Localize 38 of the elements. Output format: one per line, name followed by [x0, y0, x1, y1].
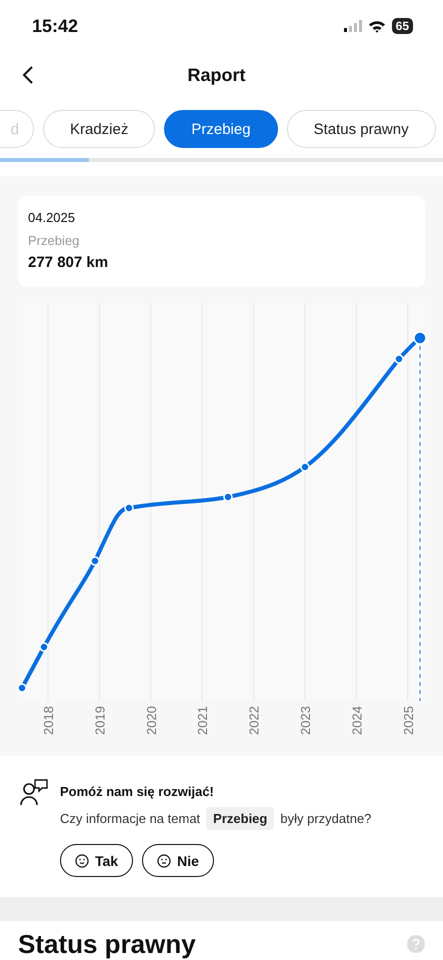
- signal-icon: [344, 20, 362, 32]
- year-label: 2025: [400, 706, 416, 735]
- year-label: 2018: [41, 706, 56, 735]
- feedback-title: Pomóż nam się rozwijać!: [60, 784, 215, 799]
- data-point[interactable]: [413, 331, 427, 345]
- battery-level: 65: [392, 18, 413, 34]
- back-icon[interactable]: [22, 66, 34, 84]
- wifi-icon: [368, 20, 386, 32]
- section-heading: Status prawny: [18, 929, 196, 959]
- no-button[interactable]: Nie: [142, 844, 214, 877]
- yes-button[interactable]: Tak: [60, 844, 134, 877]
- reading-label: Przebieg: [28, 233, 80, 248]
- topic-tag: Przebieg: [206, 807, 274, 830]
- year-label: 2024: [349, 706, 364, 735]
- year-label: 2020: [144, 706, 159, 735]
- page-title: Raport: [186, 64, 246, 86]
- feedback-question: były przydatne?: [280, 811, 372, 826]
- reading-date: 04.2025: [28, 210, 76, 225]
- data-point[interactable]: [124, 503, 134, 513]
- year-label: 2022: [246, 706, 262, 735]
- tab[interactable]: Przebieg: [164, 110, 278, 148]
- data-point[interactable]: [90, 556, 100, 566]
- year-label: 2021: [195, 706, 210, 735]
- data-point[interactable]: [394, 354, 404, 364]
- tab[interactable]: Kradzież: [43, 110, 156, 148]
- status-time: 15:42: [32, 16, 78, 36]
- user-feedback-icon: [20, 778, 48, 806]
- feedback-question: Czy informacje na temat: [60, 811, 200, 826]
- data-point[interactable]: [18, 683, 27, 693]
- smile-icon: [75, 854, 89, 868]
- mileage-value: 277 807 km: [28, 254, 110, 271]
- data-point[interactable]: [39, 642, 49, 652]
- tab[interactable]: Status prawny: [286, 110, 436, 148]
- data-point[interactable]: [300, 462, 310, 472]
- year-label: 2019: [92, 706, 108, 735]
- neutral-face-icon: [157, 854, 172, 868]
- year-label: 2023: [298, 706, 313, 735]
- data-point[interactable]: [223, 492, 233, 502]
